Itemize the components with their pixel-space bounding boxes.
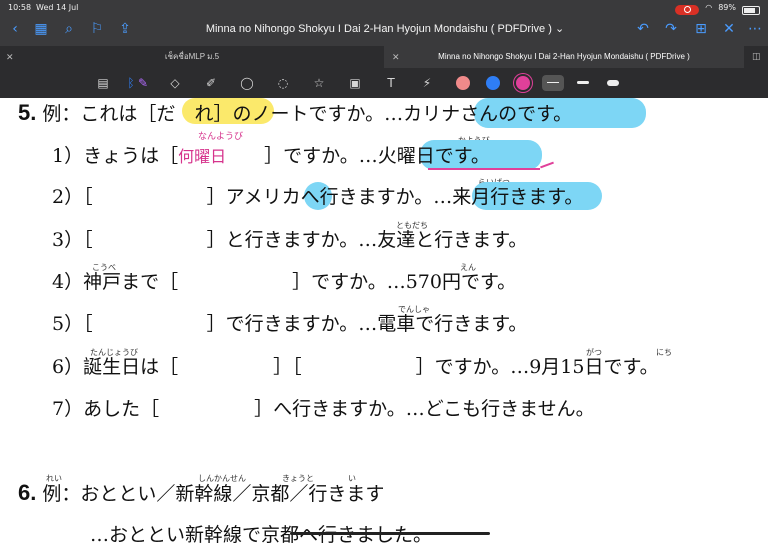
handwritten-ruby: なんようび	[198, 132, 244, 142]
chevron-down-icon: ⌄	[554, 23, 565, 35]
item-text-b: 行きますか。…	[319, 186, 453, 208]
exercise6-number: 6.	[18, 480, 37, 505]
exercise5-item-7: 7）あした［ ］へ行きますか。…どこも行きません。	[52, 398, 595, 420]
read-mode-icon[interactable]: ▤	[94, 74, 112, 92]
battery-icon	[742, 5, 760, 15]
item-number: 2）	[52, 186, 84, 208]
image-icon[interactable]: ▣	[346, 74, 364, 92]
wifi-icon: ◠	[705, 3, 713, 12]
tab-label: Minna no Nihongo Shokyu I Dai 2-Han Hyoj…	[438, 52, 690, 61]
item-answer: 火曜日です。	[377, 145, 490, 167]
highlighter-icon[interactable]: ✐	[202, 74, 220, 92]
share-icon[interactable]: ⇪	[116, 20, 134, 38]
grid-icon[interactable]: ▦	[32, 20, 50, 38]
undo-icon[interactable]: ↶	[634, 20, 652, 38]
exercise6-example: 6. 例：おととい／新幹線／京都／行きます	[18, 480, 385, 506]
lasso-icon[interactable]: ◌	[274, 74, 292, 92]
bookmark-icon[interactable]: ⚐	[88, 20, 106, 38]
more-icon[interactable]: ⋯	[746, 20, 764, 38]
tab-close-icon[interactable]: ✕	[392, 46, 400, 68]
exercise5-number: 5.	[18, 100, 37, 125]
tab-mlp[interactable]: ✕ เช็คชื่อMLP ม.5	[0, 46, 384, 68]
color-swatch-magenta-selected[interactable]	[516, 76, 530, 90]
exercise5-item-6: 6）誕生日は［ ］［ ］ですか。…9月15日です。	[52, 356, 659, 378]
add-page-icon[interactable]: ⊞	[692, 20, 710, 38]
tab-bar: ✕ เช็คชื่อMLP ม.5 ✕ Minna no Nihongo Sho…	[0, 46, 768, 68]
stroke-medium[interactable]	[572, 75, 594, 91]
pen-icon[interactable]: ✎	[134, 74, 152, 92]
underline-kayoubi	[428, 168, 540, 170]
item-text: 誕生日は［ ］［ ］ですか。…9月15日です。	[83, 356, 659, 378]
color-swatch-blue[interactable]	[486, 76, 500, 90]
search-icon[interactable]: ⌕	[60, 20, 78, 38]
exercise5-item-5: 5）［ ］で行きますか。…電車で行きます。	[52, 313, 527, 335]
text-tool-icon[interactable]: T	[382, 74, 400, 92]
example-text-b: ］のノートですか。…	[213, 103, 404, 125]
nav-bar: ‹ ▦ ⌕ ⚐ ⇪ Minna no Nihongo Shokyu I Dai …	[0, 16, 768, 44]
underline-tick	[540, 161, 554, 169]
item-number: 4）	[52, 271, 84, 293]
item-number: 1）	[52, 145, 84, 167]
stroke-thin-selected[interactable]	[542, 75, 564, 91]
handwritten-answer: 何曜日	[178, 147, 227, 166]
battery-percent: 89%	[718, 3, 736, 12]
screen-record-icon	[675, 4, 700, 15]
example-answer: …おととい新幹線で京都へ行きました。	[90, 524, 433, 546]
status-right: ◠ 89%	[675, 0, 760, 16]
eraser-icon[interactable]: ◇	[166, 74, 184, 92]
scroll-indicator[interactable]	[290, 532, 490, 535]
example-answer: カリナさんのです。	[403, 103, 573, 125]
tab-minna[interactable]: ✕ Minna no Nihongo Shokyu I Dai 2-Han Hy…	[384, 46, 744, 68]
item-particle: へ	[300, 186, 320, 208]
stroke-thick[interactable]	[602, 75, 624, 91]
app-header: 10:58 Wed 14 Jul ◠ 89% ‹ ▦ ⌕ ⚐ ⇪ Minna n…	[0, 0, 768, 98]
tab-close-icon[interactable]: ✕	[6, 46, 14, 68]
status-time: 10:58	[8, 3, 32, 12]
color-swatch-pink[interactable]	[456, 76, 470, 90]
exercise6-answer: …おととい新幹線で京都へ行きました。	[90, 524, 432, 546]
item-answer: 来月行きます。	[452, 186, 584, 208]
item-text-b: ］ですか。…	[226, 145, 378, 167]
item-text: ［ ］で行きますか。…電車で行きます。	[83, 313, 528, 335]
sticker-icon[interactable]: ☆	[310, 74, 328, 92]
item-text-a: ［ ］アメリカ	[83, 186, 301, 208]
example-blank: だ れ	[156, 103, 214, 125]
exercise5-example: 5. 例：これは［だ れ］のノートですか。…カリナさんのです。	[18, 100, 573, 126]
item-text: あした［ ］へ行きますか。…どこも行きません。	[83, 398, 595, 420]
shapes-icon[interactable]: ◯	[238, 74, 256, 92]
item-number: 5）	[52, 313, 84, 335]
status-date: Wed 14 Jul	[36, 3, 79, 12]
item-number: 3）	[52, 229, 84, 251]
document-title-text: Minna no Nihongo Shokyu I Dai 2-Han Hyoj…	[205, 23, 552, 35]
tab-label: เช็คชื่อMLP ม.5	[164, 52, 220, 61]
redo-icon[interactable]: ↷	[662, 20, 680, 38]
pdf-page[interactable]: 5. 例：これは［だ れ］のノートですか。…カリナさんのです。 なんようび かよ…	[0, 98, 768, 546]
exercise5-item-1: 1）きょうは［何曜日 ］ですか。…火曜日です。	[52, 145, 490, 168]
item-text: ［ ］と行きますか。…友達と行きます。	[83, 229, 528, 251]
example-label: 例：	[42, 483, 81, 505]
exercise5-item-4: 4）神戸まで［ ］ですか。…570円です。	[52, 271, 516, 293]
example-text-a: これは［	[80, 103, 157, 125]
item-text-a: きょうは［	[83, 145, 179, 167]
example-text: おととい／新幹線／京都／行きます	[80, 483, 385, 505]
status-bar: 10:58 Wed 14 Jul ◠ 89%	[0, 0, 768, 16]
exercise5-item-2: 2）［ ］アメリカへ行きますか。…来月行きます。	[52, 186, 583, 208]
close-icon[interactable]: ✕	[720, 20, 738, 38]
item-text: 神戸まで［ ］ですか。…570円です。	[83, 271, 517, 293]
laser-pointer-icon[interactable]: ⚡	[418, 74, 436, 92]
item-number: 7）	[52, 398, 84, 420]
exercise5-item-3: 3）［ ］と行きますか。…友達と行きます。	[52, 229, 527, 251]
split-view-icon[interactable]: ◫	[752, 46, 761, 68]
document-title[interactable]: Minna no Nihongo Shokyu I Dai 2-Han Hyoj…	[170, 20, 600, 38]
item-number: 6）	[52, 356, 84, 378]
annotation-toolbar: ▤ ᛒ ✎ ◇ ✐ ◯ ◌ ☆ ▣ T ⚡	[0, 68, 768, 98]
example-label: 例：	[42, 103, 81, 125]
back-chevron-icon[interactable]: ‹	[6, 20, 24, 38]
